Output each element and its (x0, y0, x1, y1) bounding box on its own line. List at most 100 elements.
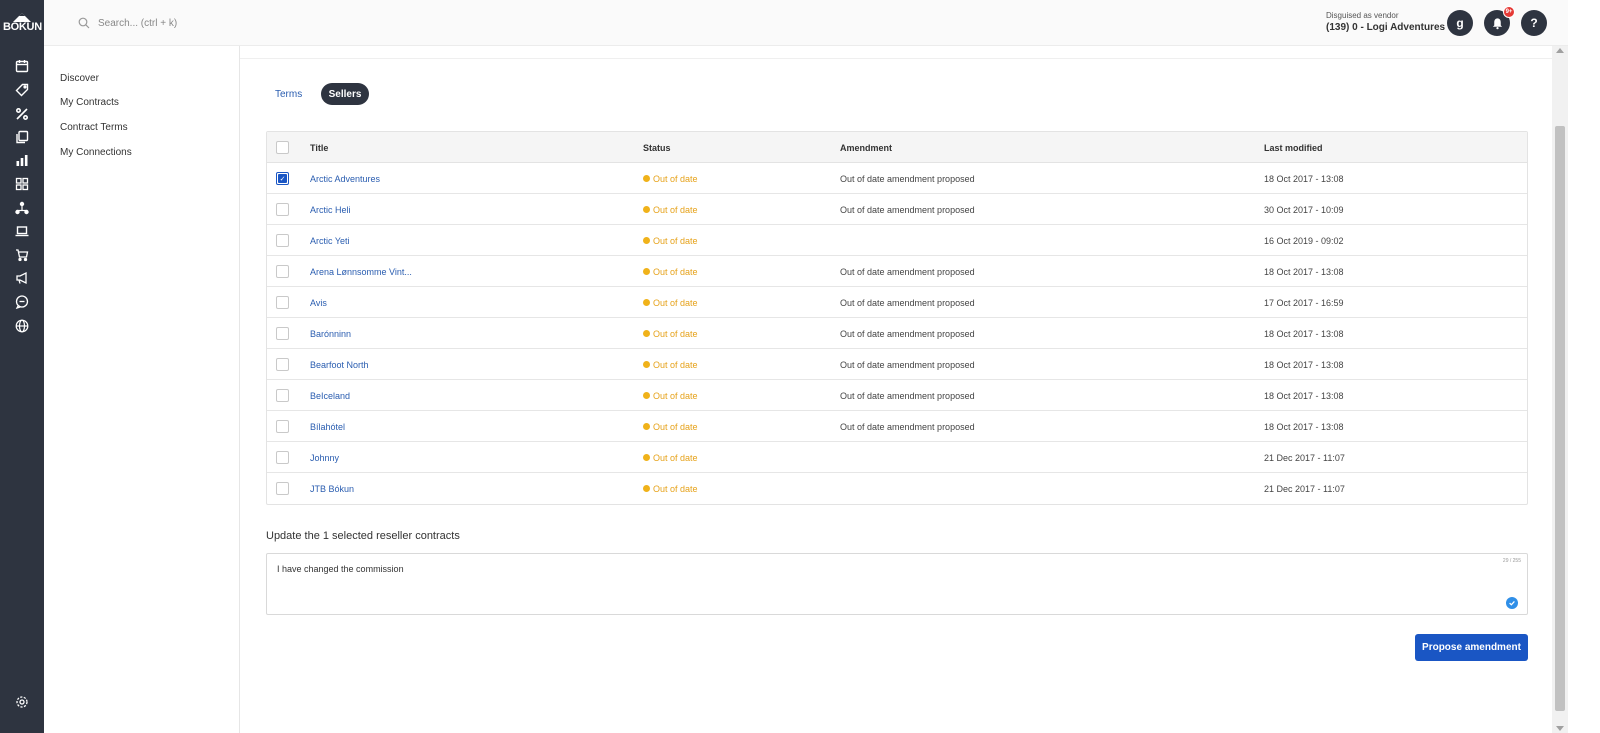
search-bar[interactable] (78, 14, 378, 32)
last-modified-text: 17 Oct 2017 - 16:59 (1264, 297, 1344, 308)
nav-item-my-contracts[interactable]: My Contracts (60, 97, 119, 108)
notification-badge: 9+ (1503, 6, 1515, 18)
select-all-checkbox[interactable] (276, 141, 289, 154)
seller-title-link[interactable]: BeIceland (310, 380, 350, 411)
chat-icon[interactable] (13, 293, 31, 311)
row-checkbox[interactable] (276, 451, 289, 464)
table-row[interactable]: Avis Out of date Out of date amendment pro… (267, 287, 1527, 318)
main-content: Terms Sellers Title Status Amendment Las… (240, 46, 1552, 733)
help-button[interactable]: ? (1521, 10, 1547, 36)
row-checkbox-cell (276, 194, 289, 225)
status-cell: Out of date (643, 256, 698, 287)
tag-icon[interactable] (13, 81, 31, 99)
cart-icon[interactable] (13, 246, 31, 264)
status-cell: Out of date (643, 318, 698, 349)
row-checkbox[interactable] (276, 482, 289, 495)
megaphone-icon[interactable] (13, 269, 31, 287)
vendor-label: Disguised as vendor (1326, 11, 1399, 20)
nav-item-contract-terms[interactable]: Contract Terms (60, 122, 128, 133)
table-row[interactable]: Bearfoot North Out of date Out of date ame… (267, 349, 1527, 380)
status-cell: Out of date (643, 411, 698, 442)
status-cell: Out of date (643, 442, 698, 473)
nav-item-discover[interactable]: Discover (60, 73, 99, 84)
status-dot-icon (643, 268, 650, 275)
row-checkbox[interactable] (276, 420, 289, 433)
laptop-icon[interactable] (13, 222, 31, 240)
seller-title-link[interactable]: Bearfoot North (310, 349, 369, 380)
amendment-text: Out of date amendment proposed (840, 204, 975, 215)
scrollbar[interactable] (1552, 46, 1568, 733)
update-label: Update the 1 selected reseller contracts (266, 530, 460, 542)
header-amendment[interactable]: Amendment (840, 132, 892, 163)
table-row[interactable]: Arena Lønnsomme Vint... Out of date Out of… (267, 256, 1527, 287)
table-row[interactable]: Barónninn Out of date Out of date amendmen… (267, 318, 1527, 349)
table-row[interactable]: Bílahótel Out of date Out of date amendmen… (267, 411, 1527, 442)
status-dot-icon (643, 175, 650, 182)
table-row[interactable]: JTB Bókun Out of date 21 Dec 2017 - 11:07 (267, 473, 1527, 504)
scroll-down-arrow-icon[interactable] (1556, 726, 1564, 731)
header-last-modified[interactable]: Last modified (1264, 132, 1323, 163)
copy-icon[interactable] (13, 128, 31, 146)
tab-sellers[interactable]: Sellers (321, 83, 369, 105)
bell-icon (1492, 17, 1502, 29)
table-row[interactable]: ✓ Arctic Adventures Out of date Out of date… (267, 163, 1527, 194)
last-modified-text: 18 Oct 2017 - 13:08 (1264, 390, 1344, 401)
seller-title-link[interactable]: JTB Bókun (310, 473, 354, 504)
amendment-text: Out of date amendment proposed (840, 359, 975, 370)
row-checkbox[interactable] (276, 327, 289, 340)
status-dot-icon (643, 361, 650, 368)
scroll-thumb[interactable] (1555, 126, 1565, 711)
nav-item-my-connections[interactable]: My Connections (60, 147, 132, 158)
seller-title-link[interactable]: Barónninn (310, 318, 351, 349)
seller-title-link[interactable]: Arctic Heli (310, 194, 351, 225)
seller-title-link[interactable]: Arena Lønnsomme Vint... (310, 256, 412, 287)
calendar-icon[interactable] (13, 57, 31, 75)
seller-title-link[interactable]: Arctic Yeti (310, 225, 350, 256)
last-modified-text: 30 Oct 2017 - 10:09 (1264, 204, 1344, 215)
table-row[interactable]: Johnny Out of date 21 Dec 2017 - 11:07 (267, 442, 1527, 473)
header-status[interactable]: Status (643, 132, 671, 163)
row-checkbox[interactable] (276, 234, 289, 247)
row-checkbox[interactable] (276, 203, 289, 216)
seller-title-link[interactable]: Johnny (310, 442, 339, 473)
secondary-nav: Discover My Contracts Contract Terms My … (44, 46, 240, 733)
status-dot-icon (643, 485, 650, 492)
bar-chart-icon[interactable] (13, 151, 31, 169)
last-modified-text: 18 Oct 2017 - 13:08 (1264, 328, 1344, 339)
row-checkbox[interactable] (276, 296, 289, 309)
status-dot-icon (643, 423, 650, 430)
table-row[interactable]: BeIceland Out of date Out of date amendmen… (267, 380, 1527, 411)
scroll-up-arrow-icon[interactable] (1556, 48, 1564, 53)
globe-icon[interactable] (13, 317, 31, 335)
table-header: Title Status Amendment Last modified (267, 132, 1527, 163)
bokun-logo[interactable]: BÓKUN (3, 12, 42, 34)
widgets-icon[interactable] (13, 175, 31, 193)
status-cell: Out of date (643, 194, 698, 225)
row-checkbox-cell (276, 349, 289, 380)
network-icon[interactable] (13, 199, 31, 217)
last-modified-text: 16 Oct 2019 - 09:02 (1264, 235, 1344, 246)
amendment-textarea[interactable] (277, 564, 1477, 604)
seller-title-link[interactable]: Avis (310, 287, 327, 318)
percent-icon[interactable] (13, 105, 31, 123)
tab-terms[interactable]: Terms (275, 89, 302, 100)
search-input[interactable] (98, 17, 338, 29)
header-title[interactable]: Title (310, 132, 328, 163)
row-checkbox[interactable] (276, 265, 289, 278)
row-checkbox[interactable] (276, 389, 289, 402)
row-checkbox[interactable]: ✓ (276, 172, 289, 185)
char-counter: 29 / 255 (1502, 558, 1521, 564)
user-avatar[interactable]: g (1447, 10, 1473, 36)
seller-title-link[interactable]: Arctic Adventures (310, 163, 380, 194)
settings-icon[interactable] (13, 693, 31, 711)
row-checkbox-cell (276, 411, 289, 442)
status-text: Out of date (653, 235, 698, 246)
seller-title-link[interactable]: Bílahótel (310, 411, 345, 442)
propose-amendment-button[interactable]: Propose amendment (1415, 634, 1528, 661)
last-modified-text: 18 Oct 2017 - 13:08 (1264, 359, 1344, 370)
logo-text: BÓKUN (3, 21, 42, 33)
divider (240, 58, 1552, 59)
table-row[interactable]: Arctic Heli Out of date Out of date amendm… (267, 194, 1527, 225)
table-row[interactable]: Arctic Yeti Out of date 16 Oct 2019 - 09:0… (267, 225, 1527, 256)
row-checkbox[interactable] (276, 358, 289, 371)
